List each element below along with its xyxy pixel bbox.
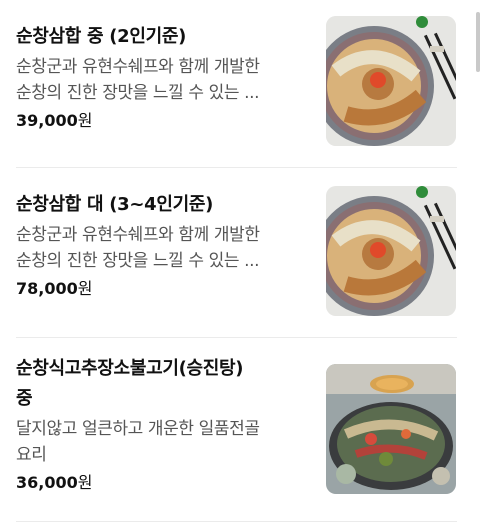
- hotpot-image: [326, 364, 456, 494]
- menu-item-description: 달지않고 얼큰하고 개운한 일품전골 요리: [16, 416, 312, 468]
- menu-item-price: 78,000원: [16, 278, 312, 300]
- menu-item-title: 순창삼합 대 (3~4인기준): [16, 194, 214, 215]
- price-value: 36,000: [16, 473, 78, 492]
- menu-item[interactable]: 순창삼합 대 (3~4인기준) 순창군과 유현수쉐프와 함께 개발한 순창의 진…: [0, 168, 481, 338]
- menu-item-description-line: 요리: [16, 445, 47, 465]
- samhap-plate-image: [326, 16, 456, 146]
- price-currency: 원: [77, 111, 93, 130]
- menu-item-description-line: 순창의 진한 장맛을 느낄 수 있는 ...: [16, 83, 260, 103]
- menu-item-info: 순창삼합 중 (2인기준) 순창군과 유현수쉐프와 함께 개발한 순창의 진한 …: [16, 22, 312, 132]
- price-currency: 원: [77, 279, 93, 298]
- menu-item-description-line: 달지않고 얼큰하고 개운한 일품전골: [16, 419, 260, 439]
- menu-item-title: 순창삼합 중 (2인기준): [16, 26, 187, 47]
- scrollbar[interactable]: [475, 0, 481, 522]
- menu-item-title: 순창식고추장소불고기(승진탕) 중: [16, 354, 312, 414]
- price-value: 78,000: [16, 279, 78, 298]
- food-photo-icon[interactable]: [326, 16, 456, 146]
- menu-item-price: 36,000원: [16, 472, 312, 494]
- samhap-plate-image: [326, 186, 456, 316]
- price-currency: 원: [77, 473, 93, 492]
- menu-item[interactable]: 순창식고추장소불고기(승진탕) 중 달지않고 얼큰하고 개운한 일품전골 요리 …: [0, 338, 481, 522]
- scrollbar-thumb[interactable]: [476, 12, 480, 72]
- menu-item-price: 39,000원: [16, 110, 312, 132]
- menu-item-description: 순창군과 유현수쉐프와 함께 개발한 순창의 진한 장맛을 느낄 수 있는 ..…: [16, 54, 312, 106]
- menu-item-description-line: 순창군과 유현수쉐프와 함께 개발한: [16, 57, 260, 77]
- menu-item-description-line: 순창의 진한 장맛을 느낄 수 있는 ...: [16, 251, 260, 271]
- menu-item-title-line: 순창식고추장소불고기(승진탕): [16, 358, 244, 379]
- menu-item[interactable]: 순창삼합 중 (2인기준) 순창군과 유현수쉐프와 함께 개발한 순창의 진한 …: [0, 0, 481, 168]
- price-value: 39,000: [16, 111, 78, 130]
- menu-item-info: 순창삼합 대 (3~4인기준) 순창군과 유현수쉐프와 함께 개발한 순창의 진…: [16, 190, 312, 300]
- menu-list: 순창삼합 중 (2인기준) 순창군과 유현수쉐프와 함께 개발한 순창의 진한 …: [0, 0, 481, 522]
- food-photo-icon[interactable]: [326, 186, 456, 316]
- menu-item-title-line: 중: [16, 388, 33, 409]
- menu-item-info: 순창식고추장소불고기(승진탕) 중 달지않고 얼큰하고 개운한 일품전골 요리 …: [16, 354, 312, 494]
- food-photo-icon[interactable]: [326, 364, 456, 494]
- menu-item-description-line: 순창군과 유현수쉐프와 함께 개발한: [16, 225, 260, 245]
- menu-item-description: 순창군과 유현수쉐프와 함께 개발한 순창의 진한 장맛을 느낄 수 있는 ..…: [16, 222, 312, 274]
